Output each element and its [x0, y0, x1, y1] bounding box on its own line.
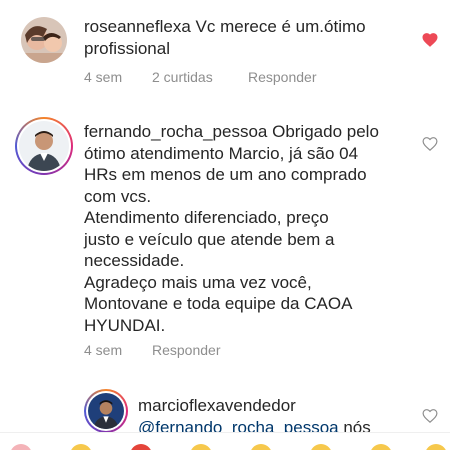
comment-time[interactable]: 4 sem	[84, 342, 152, 358]
comment-username[interactable]: roseanneflexa	[84, 17, 191, 36]
comment-line: HRs em menos de um ano comprado	[84, 165, 367, 184]
comment-likes-count[interactable]: 2 curtidas	[152, 69, 248, 85]
comment-line: justo e veículo que atende bem a	[84, 229, 335, 249]
comment-line: Agradeço mais uma vez você,	[84, 272, 312, 292]
comment-meta-1: 4 sem 2 curtidas Responder	[84, 69, 317, 85]
comment-username[interactable]: fernando_rocha_pessoa	[84, 122, 267, 141]
reply-button[interactable]: Responder	[152, 342, 221, 358]
comment-line: Atendimento diferenciado, preço	[84, 208, 329, 227]
comment-line: Obrigado pelo	[267, 122, 379, 141]
avatar-marcioflexavendedor[interactable]	[84, 389, 128, 433]
comment-line: necessidade.	[84, 251, 185, 270]
avatar-fernando-rocha-pessoa[interactable]	[15, 117, 73, 175]
comment-text-1: roseanneflexa Vc merece é um.ótimo profi…	[84, 16, 414, 59]
comment-username[interactable]: marcioflexavendedor	[138, 395, 418, 417]
comment-text-2: fernando_rocha_pessoa Obrigado pelo ótim…	[84, 121, 414, 336]
heart-filled-icon[interactable]	[421, 31, 439, 49]
heart-outline-icon[interactable]	[421, 135, 439, 153]
comment-line: com vcs.	[84, 186, 152, 206]
heart-outline-icon[interactable]	[421, 407, 439, 425]
reply-button[interactable]: Responder	[248, 69, 317, 85]
comment-line: ótimo atendimento Marcio, já são 04	[84, 143, 359, 163]
comment-meta-2: 4 sem Responder	[84, 342, 221, 358]
comment-time[interactable]: 4 sem	[84, 69, 152, 85]
comment-line: Montovane e toda equipe da CAOA	[84, 294, 353, 313]
comment-line: HYUNDAI.	[84, 315, 166, 335]
avatar-roseanneflexa[interactable]	[21, 17, 67, 63]
